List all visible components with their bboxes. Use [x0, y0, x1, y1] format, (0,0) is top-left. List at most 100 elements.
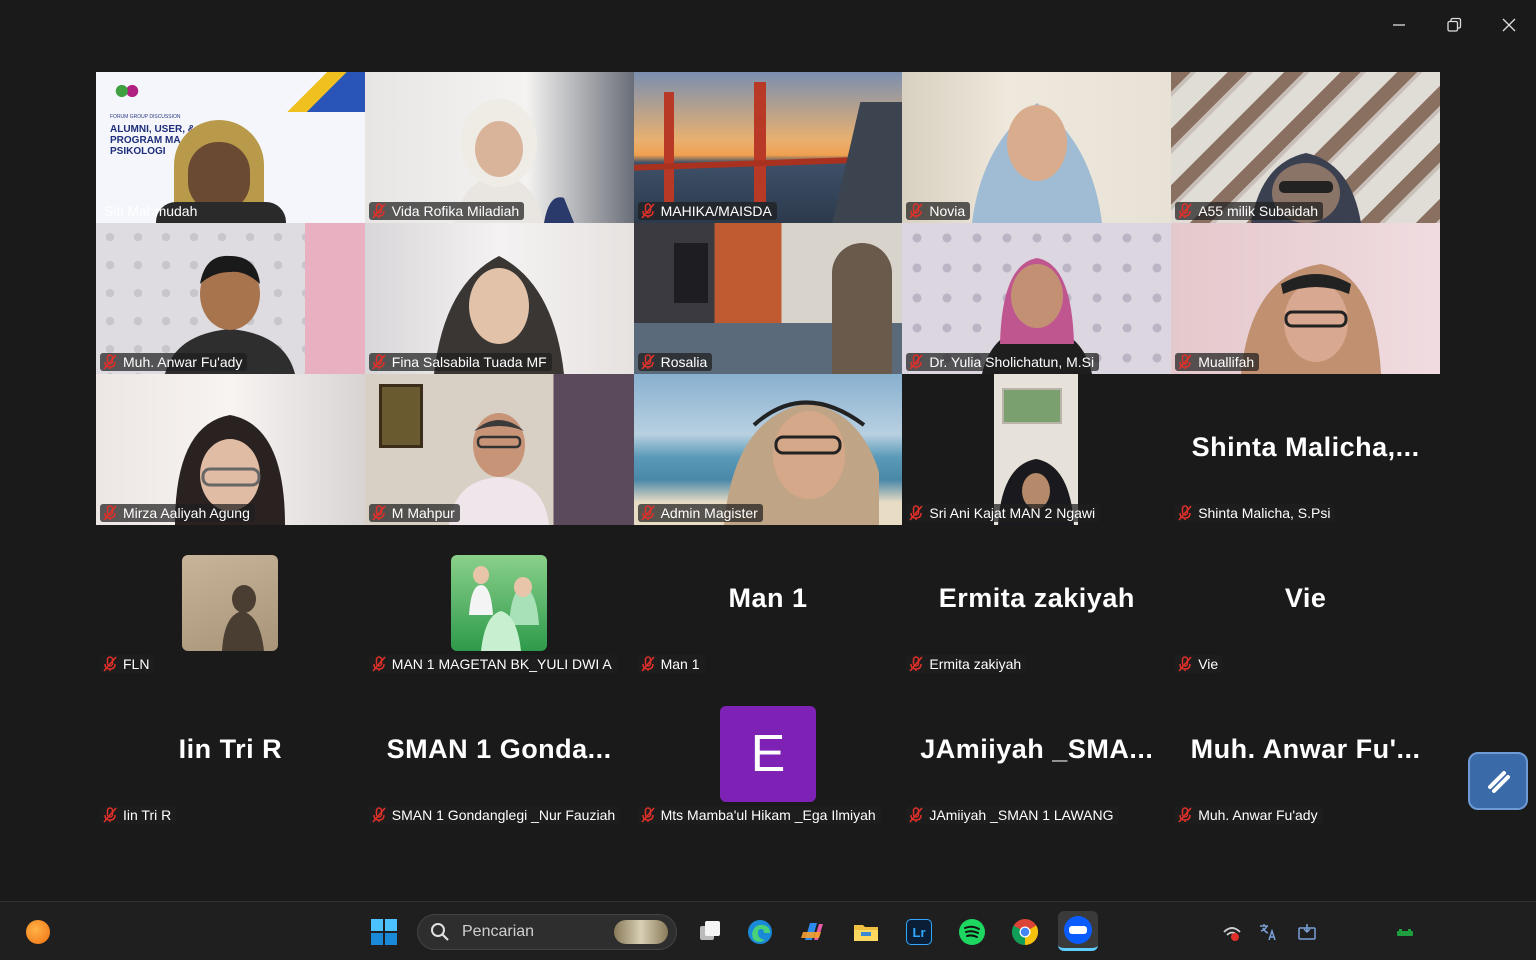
participant-tile[interactable]: A55 milik Subaidah: [1171, 72, 1440, 223]
participant-tile[interactable]: E Mts Mamba'ul Hikam _Ega Ilmiyah: [633, 676, 903, 827]
tray-app-icon[interactable]: [1395, 922, 1415, 942]
participant-tile[interactable]: Muh. Anwar Fu'... Muh. Anwar Fu'ady: [1171, 676, 1440, 827]
mic-muted-icon: [372, 807, 386, 823]
mic-muted-icon: [103, 505, 117, 521]
lightroom-button[interactable]: Lr: [903, 916, 935, 948]
mic-muted-icon: [103, 807, 117, 823]
mic-muted-icon: [640, 807, 655, 823]
lightroom-icon: Lr: [906, 919, 932, 945]
participant-tile[interactable]: Admin Magister: [633, 374, 903, 525]
participant-tile[interactable]: Vida Rofika Miladiah: [364, 72, 634, 223]
mic-muted-icon: [640, 203, 655, 219]
chrome-button[interactable]: [1009, 916, 1041, 948]
weather-widget[interactable]: [22, 916, 54, 948]
participant-tile[interactable]: SMAN 1 Gonda... SMAN 1 Gondanglegi _Nur …: [364, 676, 634, 827]
participant-tile[interactable]: Sri Ani Kajat MAN 2 Ngawi: [902, 374, 1172, 525]
mic-muted-icon: [909, 656, 923, 672]
participant-name: Sri Ani Kajat MAN 2 Ngawi: [906, 504, 1101, 522]
participant-tile[interactable]: Iin Tri R Iin Tri R: [96, 676, 365, 827]
participant-tile[interactable]: Shinta Malicha,... Shinta Malicha, S.Psi: [1171, 374, 1440, 525]
mic-muted-icon: [372, 203, 386, 219]
mic-muted-icon: [372, 354, 386, 370]
participant-tile[interactable]: Mirza Aaliyah Agung: [96, 374, 365, 525]
edge-button[interactable]: [744, 916, 776, 948]
participant-tile[interactable]: Man 1 Man 1: [633, 525, 903, 676]
restore-button[interactable]: [1426, 8, 1481, 42]
virtual-background: [633, 72, 903, 223]
copilot-icon: [801, 923, 823, 940]
participant-display-name: JAmiiyah _SMA...: [920, 734, 1154, 764]
participant-name: JAmiiyah _SMAN 1 LAWANG: [906, 806, 1119, 824]
participant-tile[interactable]: MAN 1 MAGETAN BK_YULI DWI A: [364, 525, 634, 676]
mic-muted-icon: [909, 505, 923, 521]
mic-muted-icon: [372, 656, 386, 672]
mic-muted-icon: [909, 807, 923, 823]
participant-name: SMAN 1 Gondanglegi _Nur Fauziah: [368, 806, 621, 824]
close-button[interactable]: [1481, 8, 1536, 42]
start-button[interactable]: [368, 916, 400, 948]
participant-tile[interactable]: FORUM GROUP DISCUSSION ALUMNI, USER, & P…: [96, 72, 365, 223]
task-view-icon: [700, 921, 720, 940]
mic-muted-icon: [1178, 354, 1192, 370]
participant-tile[interactable]: M Mahpur: [364, 374, 634, 525]
slide-line-2: ALUMNI, USER, &: [110, 124, 195, 135]
minimize-button[interactable]: [1371, 8, 1426, 42]
mic-muted-icon: [909, 203, 923, 219]
mic-muted-icon: [103, 656, 117, 672]
participant-name: A55 milik Subaidah: [1175, 202, 1324, 220]
letter-avatar: E: [719, 706, 816, 802]
participant-name: Rosalia: [637, 353, 713, 371]
participant-tile[interactable]: Rosalia: [633, 223, 903, 374]
zoom-icon: [1064, 915, 1092, 944]
participant-name: Dr. Yulia Sholichatun, M.Si: [906, 353, 1100, 371]
mic-muted-icon: [640, 656, 655, 672]
participant-name: MAN 1 MAGETAN BK_YULI DWI A: [368, 655, 617, 673]
mic-muted-icon: [372, 505, 386, 521]
participant-name: Fina Salsabila Tuada MF: [368, 353, 552, 371]
participant-display-name: Vie: [1284, 583, 1327, 613]
participant-name: Shinta Malicha, S.Psi: [1175, 504, 1336, 522]
participant-tile[interactable]: Novia: [902, 72, 1172, 223]
participant-tile[interactable]: JAmiiyah _SMA... JAmiiyah _SMAN 1 LAWANG: [902, 676, 1172, 827]
participant-name: Man 1: [637, 655, 705, 673]
file-explorer-button[interactable]: [850, 916, 882, 948]
slide-line-4: PSIKOLOGI: [110, 146, 166, 157]
participant-tile[interactable]: Muh. Anwar Fu'ady: [96, 223, 365, 374]
zoom-button[interactable]: [1058, 911, 1098, 951]
language-icon[interactable]: [1258, 922, 1278, 942]
participant-name: Muh. Anwar Fu'ady: [100, 353, 248, 371]
minimize-icon: [1392, 24, 1405, 26]
participant-name: Muh. Anwar Fu'ady: [1175, 806, 1323, 824]
participant-video: [994, 374, 1079, 525]
participant-name: Admin Magister: [637, 504, 763, 522]
floating-app-button[interactable]: [1468, 752, 1528, 810]
network-icon[interactable]: [1222, 922, 1242, 942]
participant-name: Novia: [906, 202, 971, 220]
screen-capture-icon[interactable]: [1297, 922, 1317, 942]
participant-tile[interactable]: MAHIKA/MAISDA: [633, 72, 903, 223]
participant-tile[interactable]: Vie Vie: [1171, 525, 1440, 676]
mic-muted-icon: [909, 354, 923, 370]
participant-name: Vie: [1175, 655, 1224, 673]
participant-display-name: Iin Tri R: [178, 734, 283, 764]
participant-tile[interactable]: FLN: [96, 525, 365, 676]
participant-name: M Mahpur: [368, 504, 460, 522]
mic-muted-icon: [640, 505, 655, 521]
copilot-button[interactable]: [797, 916, 829, 948]
task-view-button[interactable]: [694, 916, 726, 948]
participant-tile[interactable]: Dr. Yulia Sholichatun, M.Si: [902, 223, 1172, 374]
slide-line-1: FORUM GROUP DISCUSSION: [110, 114, 181, 120]
restore-icon: [1446, 17, 1461, 32]
participant-tile[interactable]: Ermita zakiyah Ermita zakiyah: [902, 525, 1172, 676]
spotify-button[interactable]: [956, 916, 988, 948]
taskbar-search[interactable]: Pencarian: [417, 914, 677, 950]
participant-tile[interactable]: Fina Salsabila Tuada MF: [364, 223, 634, 374]
participant-display-name: Ermita zakiyah: [938, 583, 1135, 613]
swipe-icon: [1488, 771, 1510, 793]
participant-tile[interactable]: Muallifah: [1171, 223, 1440, 374]
taskbar: Pencarian Lr: [0, 901, 1536, 960]
mic-muted-icon: [1178, 656, 1192, 672]
mic-muted-icon: [1178, 203, 1192, 219]
windows-icon: [371, 919, 397, 945]
avatar: [182, 555, 279, 651]
